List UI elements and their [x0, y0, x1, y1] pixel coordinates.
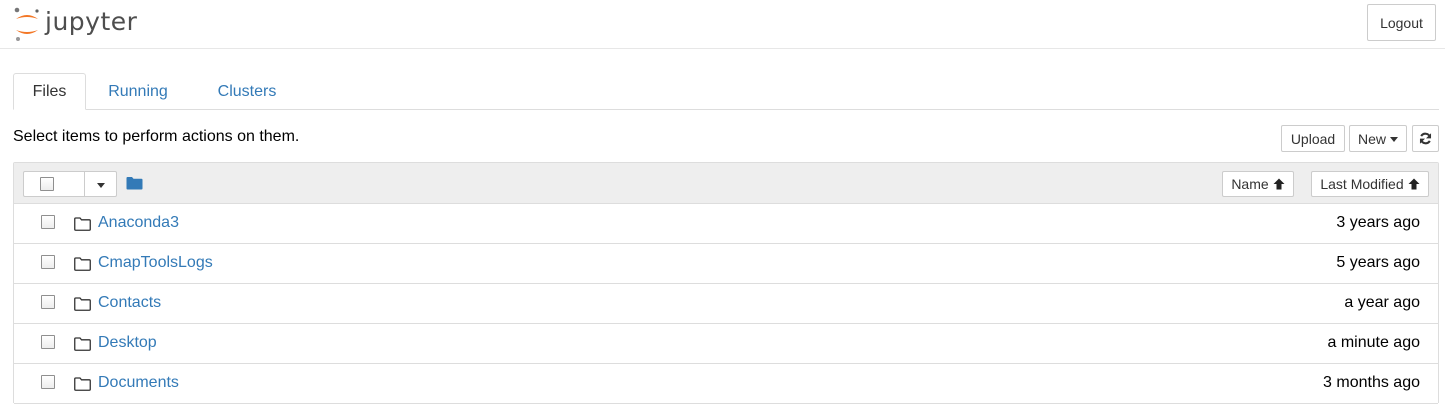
chevron-down-icon	[96, 182, 105, 188]
item-modified-time: 3 months ago	[1323, 374, 1420, 391]
tab-files[interactable]: Files	[13, 73, 86, 110]
select-dropdown-button[interactable]	[85, 172, 116, 196]
folder-outline-icon	[74, 377, 91, 391]
list-item[interactable]: CmapToolsLogs 5 years ago	[14, 244, 1438, 284]
item-checkbox[interactable]	[41, 295, 55, 309]
upload-button[interactable]: Upload	[1281, 125, 1345, 152]
new-label: New	[1357, 130, 1386, 147]
item-checkbox[interactable]	[41, 375, 55, 389]
list-item[interactable]: Contacts a year ago	[14, 284, 1438, 324]
list-item[interactable]: Documents 3 months ago	[14, 364, 1438, 404]
select-all-control	[23, 171, 117, 197]
item-modified-time: 5 years ago	[1336, 254, 1420, 271]
item-checkbox[interactable]	[41, 255, 55, 269]
arrow-up-icon	[1408, 178, 1420, 190]
header-bar: jupyter Logout	[0, 0, 1445, 49]
item-modified-time: a minute ago	[1327, 334, 1420, 351]
folder-outline-icon	[74, 257, 91, 271]
jupyter-logo-icon	[14, 7, 39, 41]
jupyter-logo[interactable]: jupyter	[12, 5, 137, 43]
folder-icon[interactable]	[126, 176, 143, 190]
item-name-link[interactable]: Desktop	[98, 334, 157, 352]
sort-by-name-button[interactable]: Name	[1222, 171, 1294, 197]
sort-by-modified-button[interactable]: Last Modified	[1311, 171, 1429, 197]
refresh-button[interactable]	[1412, 125, 1439, 152]
select-all-checkbox[interactable]	[40, 177, 54, 191]
logo-text: jupyter	[45, 6, 138, 36]
item-modified-time: a year ago	[1344, 294, 1420, 311]
sort-name-label: Name	[1231, 176, 1269, 192]
list-item[interactable]: Desktop a minute ago	[14, 324, 1438, 364]
arrow-up-icon	[1273, 178, 1285, 190]
new-dropdown-button[interactable]: New	[1349, 125, 1407, 152]
tab-running[interactable]: Running	[93, 73, 183, 110]
refresh-icon	[1419, 132, 1432, 145]
upload-label: Upload	[1290, 130, 1336, 147]
chevron-down-icon	[1390, 137, 1398, 142]
tab-bar: Files Running Clusters	[13, 73, 1439, 110]
folder-outline-icon	[74, 337, 91, 351]
folder-outline-icon	[74, 297, 91, 311]
tab-clusters[interactable]: Clusters	[197, 73, 297, 110]
logout-button[interactable]: Logout	[1367, 4, 1436, 41]
sort-modified-label: Last Modified	[1320, 176, 1404, 192]
list-item[interactable]: Anaconda3 3 years ago	[14, 204, 1438, 244]
item-checkbox[interactable]	[41, 215, 55, 229]
instructions-text: Select items to perform actions on them.	[13, 128, 300, 145]
item-name-link[interactable]: Anaconda3	[98, 214, 179, 232]
item-checkbox[interactable]	[41, 335, 55, 349]
select-all-checkbox-wrapper[interactable]	[24, 172, 85, 196]
folder-outline-icon	[74, 217, 91, 231]
item-name-link[interactable]: CmapToolsLogs	[98, 254, 213, 272]
file-list: Name Last Modified Anaconda3 3 years ago…	[13, 162, 1439, 404]
item-name-link[interactable]: Contacts	[98, 294, 161, 312]
item-modified-time: 3 years ago	[1336, 214, 1420, 231]
item-name-link[interactable]: Documents	[98, 374, 179, 392]
file-list-header: Name Last Modified	[14, 163, 1438, 204]
